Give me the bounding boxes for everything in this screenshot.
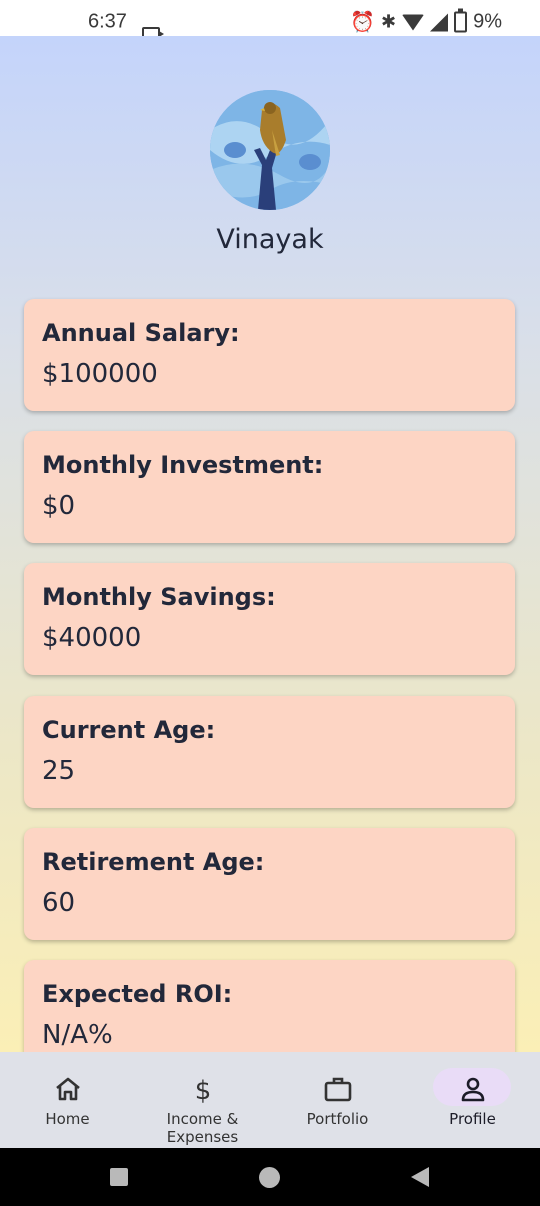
- retirement-age-card[interactable]: Retirement Age: 60: [24, 828, 515, 940]
- expected-roi-card[interactable]: Expected ROI: N/A%: [24, 960, 515, 1052]
- annual-salary-card[interactable]: Annual Salary: $100000: [24, 299, 515, 411]
- card-label: Retirement Age:: [42, 848, 265, 876]
- avatar[interactable]: [210, 90, 330, 210]
- nav-label: Income & Expenses: [166, 1110, 239, 1146]
- monthly-savings-card[interactable]: Monthly Savings: $40000: [24, 563, 515, 675]
- nav-label: Profile: [449, 1110, 496, 1128]
- card-value: $0: [42, 491, 76, 521]
- card-label: Annual Salary:: [42, 319, 240, 347]
- alarm-icon: ⏰: [350, 11, 375, 34]
- card-value: $100000: [42, 359, 158, 389]
- card-value: N/A%: [42, 1020, 113, 1050]
- card-label: Expected ROI:: [42, 980, 233, 1008]
- recents-button[interactable]: [110, 1168, 128, 1186]
- dollar-icon: $: [194, 1076, 211, 1104]
- status-icons: ⏰ ✱ 9%: [350, 8, 502, 35]
- bottom-nav: Home $ Income & Expenses Portfolio Profi…: [0, 1052, 540, 1148]
- briefcase-icon: [324, 1077, 351, 1102]
- nav-home[interactable]: Home: [0, 1052, 135, 1148]
- profile-name: Vinayak: [216, 224, 324, 255]
- system-nav-bar: [0, 1148, 540, 1206]
- nav-portfolio[interactable]: Portfolio: [270, 1052, 405, 1148]
- profile-screen[interactable]: Vinayak Annual Salary: $100000 Monthly I…: [0, 36, 540, 1052]
- back-button[interactable]: [411, 1167, 429, 1187]
- signal-icon: [430, 13, 449, 31]
- current-age-card[interactable]: Current Age: 25: [24, 696, 515, 808]
- battery-percent: 9%: [473, 10, 502, 33]
- card-value: 25: [42, 756, 76, 786]
- nav-label: Portfolio: [306, 1110, 369, 1128]
- monthly-investment-card[interactable]: Monthly Investment: $0: [24, 431, 515, 543]
- card-label: Current Age:: [42, 716, 216, 744]
- bird-on-branch-icon: [210, 90, 330, 210]
- home-icon: [55, 1077, 80, 1101]
- card-label: Monthly Investment:: [42, 451, 324, 479]
- card-label: Monthly Savings:: [42, 583, 276, 611]
- card-value: 60: [42, 888, 76, 918]
- status-bar: 6:37 ⏰ ✱ 9%: [0, 0, 540, 42]
- svg-text:$: $: [194, 1076, 211, 1104]
- nav-profile[interactable]: Profile: [405, 1052, 540, 1148]
- wifi-icon: [402, 14, 425, 30]
- status-time: 6:37: [88, 10, 127, 33]
- bluetooth-icon: ✱: [381, 11, 397, 32]
- card-value: $40000: [42, 623, 142, 653]
- person-icon: [461, 1077, 484, 1102]
- home-button[interactable]: [259, 1167, 280, 1188]
- battery-icon: [454, 8, 468, 33]
- nav-label: Home: [45, 1110, 90, 1128]
- nav-income-expenses[interactable]: $ Income & Expenses: [135, 1052, 270, 1148]
